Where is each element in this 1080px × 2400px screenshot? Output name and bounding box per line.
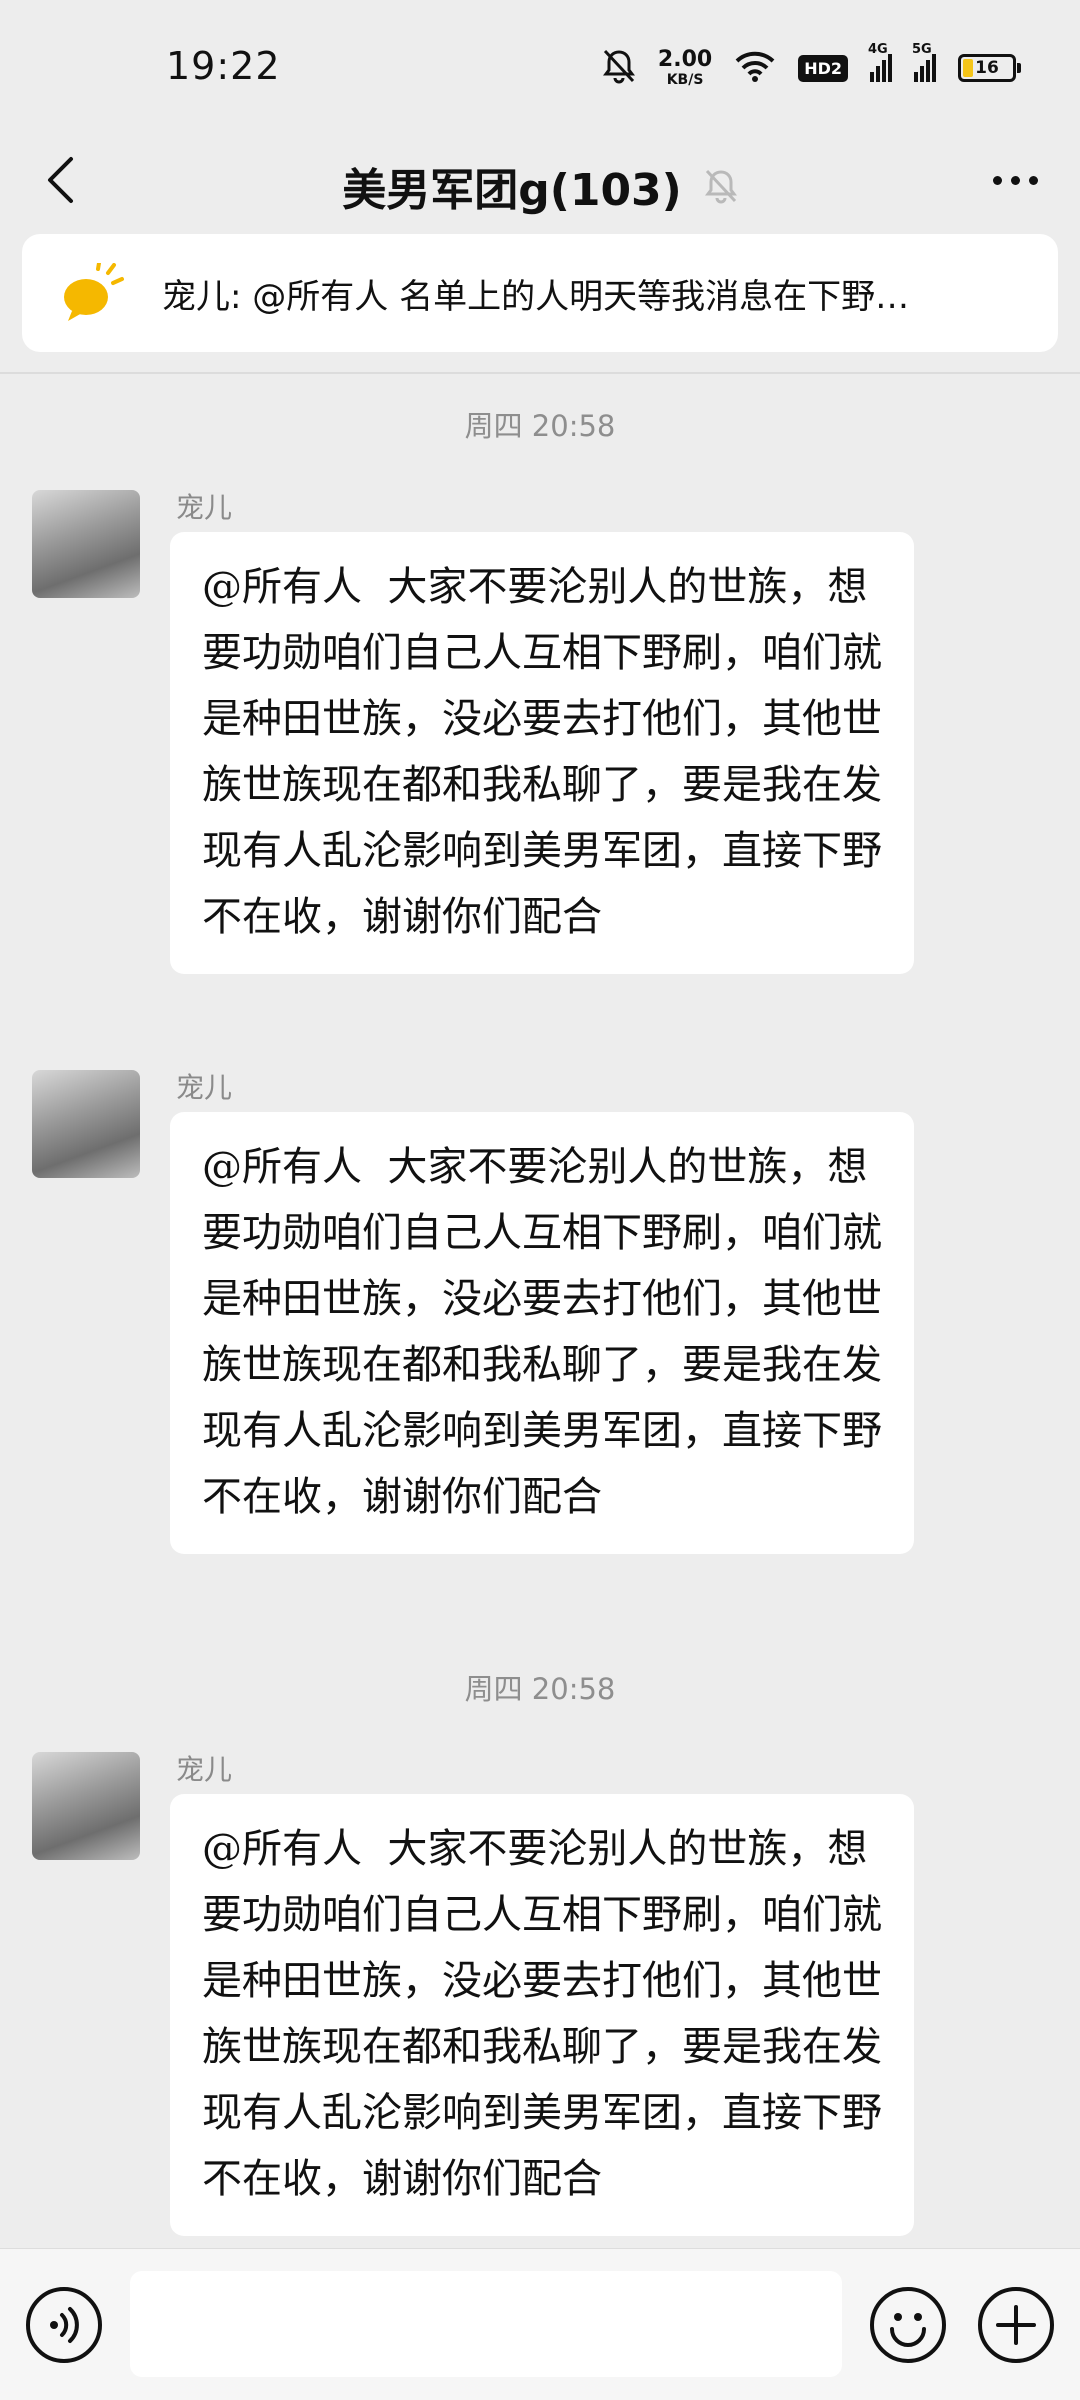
pinned-announcement[interactable]: 宠儿: @所有人 名单上的人明天等我消息在下野… — [22, 234, 1058, 352]
more-button[interactable] — [980, 150, 1050, 210]
net-speed: 2.00 KB/S — [657, 47, 713, 88]
signal-5g-label: 5G — [912, 42, 932, 57]
input-bar — [0, 2248, 1080, 2400]
signal-4g-icon: 4G — [868, 42, 892, 82]
status-time: 19:22 — [166, 44, 281, 88]
more-icon — [992, 175, 1038, 185]
message-input[interactable] — [130, 2271, 842, 2377]
signal-4g-label: 4G — [868, 42, 888, 57]
mute-bell-icon — [704, 169, 737, 204]
status-icons: 2.00 KB/S HD2 4G 5G 16 — [602, 40, 1021, 96]
group-name: 美男军团g(103) — [342, 165, 682, 216]
status-bar: 19:22 2.00 KB/S HD2 4G 5G 16 — [0, 0, 1080, 130]
net-speed-unit: KB/S — [666, 72, 704, 88]
pinned-text: 宠儿: @所有人 名单上的人明天等我消息在下野… — [162, 276, 910, 317]
signal-5g-icon: 5G — [912, 42, 936, 82]
wifi-icon — [734, 50, 776, 86]
avatar[interactable] — [32, 490, 140, 598]
voice-icon — [50, 2307, 79, 2343]
emoji-icon — [890, 2313, 926, 2347]
avatar[interactable] — [32, 1070, 140, 1178]
net-speed-value: 2.00 — [657, 47, 713, 72]
message-bubble[interactable]: @所有人 大家不要沦别人的世族，想要功勋咱们自己人互相下野刷，咱们就是种田世族，… — [170, 1794, 914, 2236]
timestamp: 周四 20:58 — [464, 1672, 616, 1706]
emoji-button[interactable] — [870, 2287, 946, 2363]
sender-name: 宠儿 — [176, 1071, 233, 1104]
message-bubble[interactable]: @所有人 大家不要沦别人的世族，想要功勋咱们自己人互相下野刷，咱们就是种田世族，… — [170, 532, 914, 974]
voice-button[interactable] — [26, 2287, 102, 2363]
hd-icon: HD2 — [798, 54, 848, 82]
sender-name: 宠儿 — [176, 1753, 233, 1786]
mute-bell-icon — [602, 48, 636, 88]
avatar[interactable] — [32, 1752, 140, 1860]
sender-name: 宠儿 — [176, 491, 233, 524]
divider — [0, 372, 1080, 374]
battery-icon: 16 — [958, 54, 1021, 82]
battery-level: 16 — [975, 58, 999, 78]
chat-header: 美男军团g(103) — [0, 130, 1080, 230]
message-bubble[interactable]: @所有人 大家不要沦别人的世族，想要功勋咱们自己人互相下野刷，咱们就是种田世族，… — [170, 1112, 914, 1554]
more-actions-button[interactable] — [978, 2287, 1054, 2363]
plus-icon — [996, 2305, 1036, 2345]
announcement-icon — [64, 263, 124, 321]
chat-title: 美男军团g(103) — [0, 154, 1080, 218]
timestamp: 周四 20:58 — [464, 409, 616, 443]
